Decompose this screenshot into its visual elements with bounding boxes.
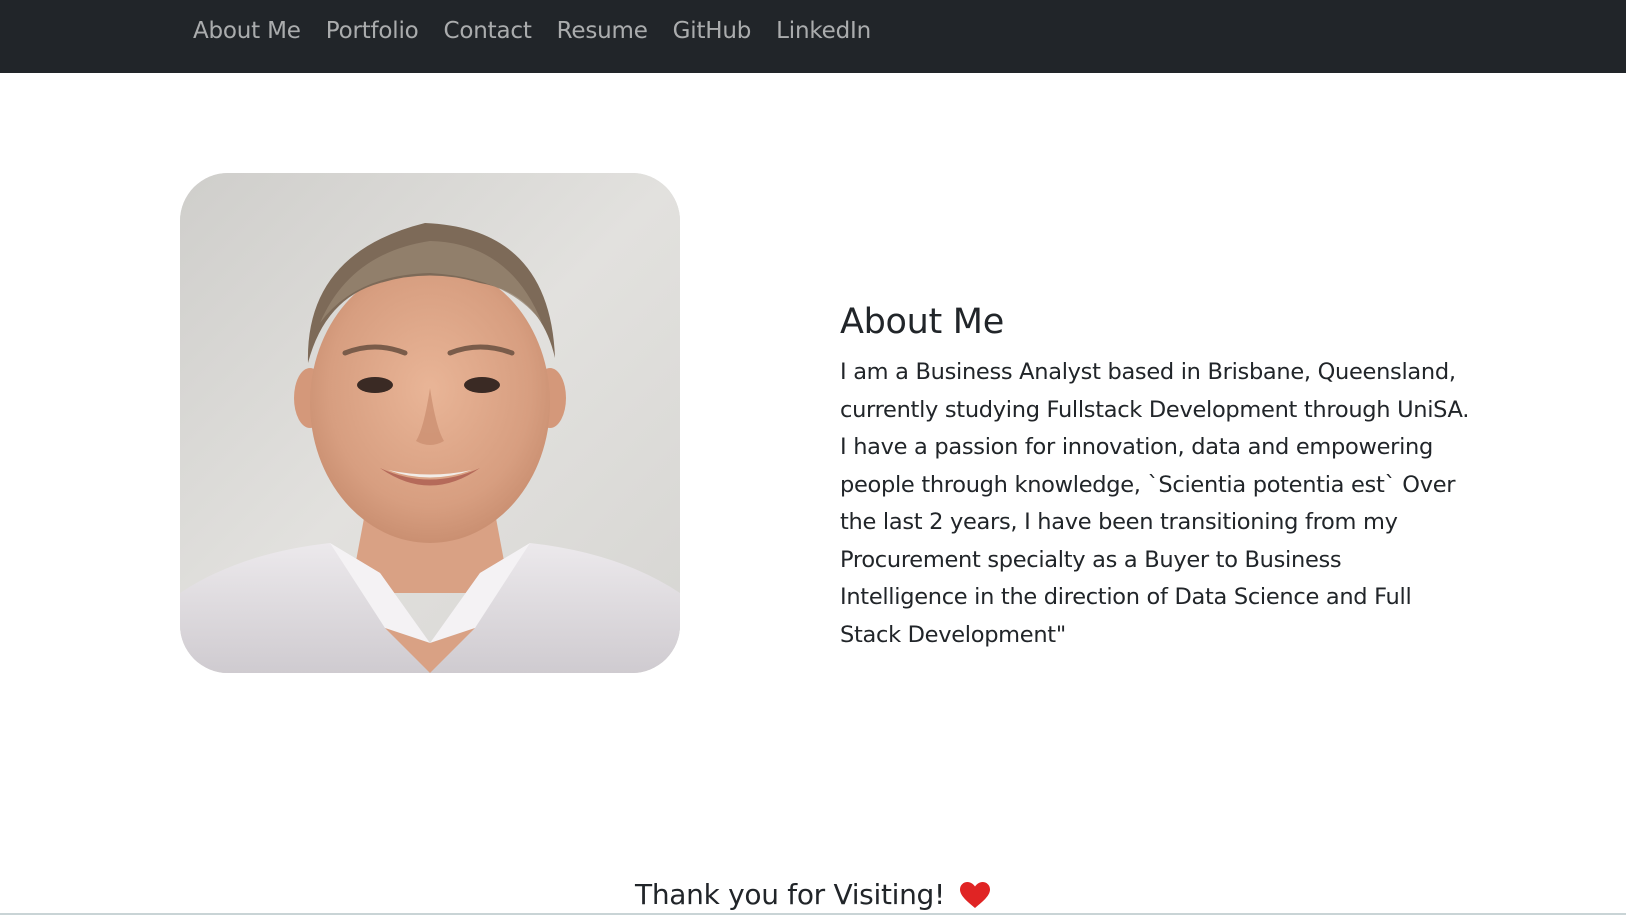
bottom-divider	[0, 913, 1626, 915]
footer: Thank you for Visiting!	[0, 875, 1626, 915]
profile-portrait-image	[180, 173, 680, 673]
nav-link-portfolio[interactable]: Portfolio	[326, 18, 419, 44]
nav-link-linkedin[interactable]: LinkedIn	[776, 18, 871, 44]
nav-menu: About Me Portfolio Contact Resume GitHub…	[193, 14, 871, 48]
heart-icon	[959, 881, 991, 909]
profile-photo	[180, 173, 680, 673]
about-heading: About Me	[840, 302, 1004, 342]
footer-thanks: Thank you for Visiting!	[635, 875, 991, 915]
top-navbar: About Me Portfolio Contact Resume GitHub…	[0, 0, 1626, 73]
nav-link-about-me[interactable]: About Me	[193, 18, 301, 44]
about-section: About Me I am a Business Analyst based i…	[840, 300, 1470, 654]
footer-thanks-text: Thank you for Visiting!	[635, 878, 945, 911]
about-body-text: I am a Business Analyst based in Brisban…	[840, 359, 1470, 648]
nav-link-contact[interactable]: Contact	[444, 18, 532, 44]
nav-link-github[interactable]: GitHub	[673, 18, 752, 44]
nav-link-resume[interactable]: Resume	[557, 18, 648, 44]
